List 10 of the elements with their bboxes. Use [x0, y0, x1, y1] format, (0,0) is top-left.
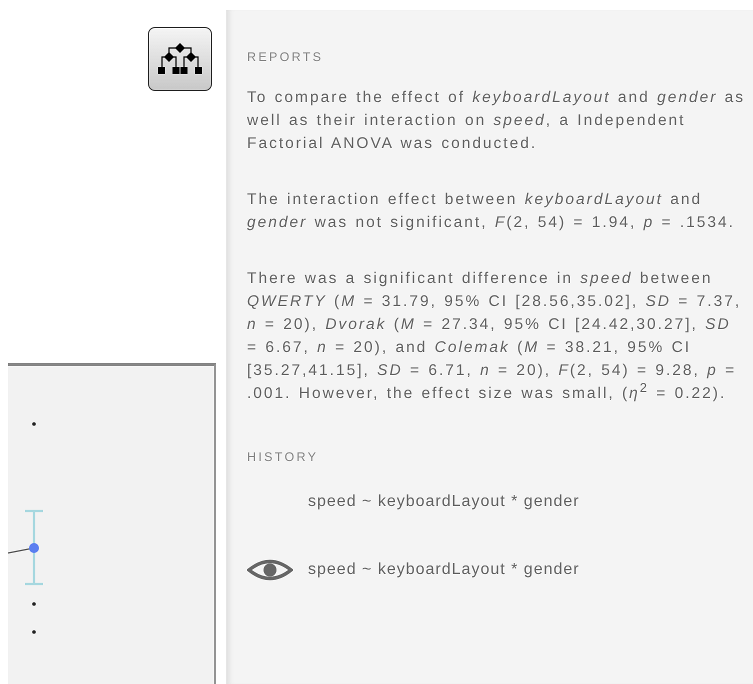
eye-icon[interactable]	[247, 559, 293, 581]
report-paragraph: The interaction effect between keyboardLayout and gender was not significant, F(2, 54) = 1.94, p = .1534.	[247, 190, 736, 233]
section-heading: HISTORY	[247, 450, 320, 464]
hierarchy-icon	[157, 42, 203, 76]
tree-button[interactable]	[148, 27, 212, 91]
section-heading: REPORTS	[247, 50, 324, 64]
report-paragraph: There was a significant difference in speed between QWERTY (M = 31.79, 95% CI [28.56,35.02], SD = 7.37, n = 20), Dvorak (M = 27.34, 95% CI [24.42,30.27], SD = 6.67, n = 20), and Colemak (M = 38.21, 95% CI [35.27,41.15], SD = 6.71, n = 20), F(2, 54) = 9.28, p = .001. However, the effect size was small, (η$^{2}$ = 0.22).	[247, 269, 742, 404]
history-formula[interactable]: speed ~ keyboardLayout * gender	[308, 493, 580, 511]
report-paragraph: To compare the effect of keyboardLayout and gender as well as their interaction on speed, a Independent Factorial ANOVA was conducted.	[247, 88, 746, 154]
history-formula[interactable]: speed ~ keyboardLayout * gender	[308, 561, 580, 579]
